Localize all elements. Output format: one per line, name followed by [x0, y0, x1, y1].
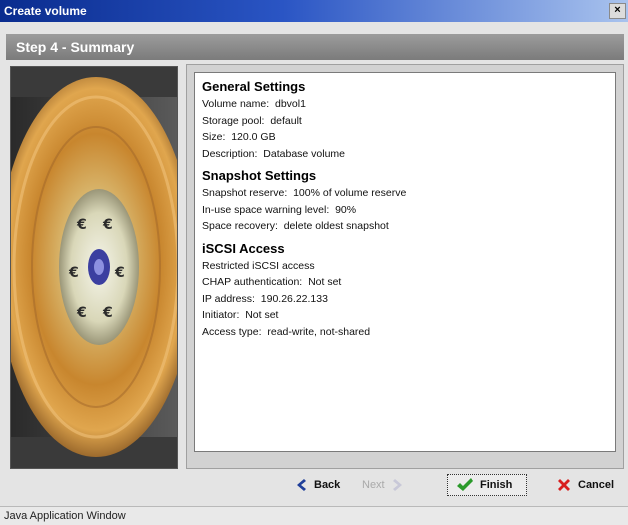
access-type-label: Access type	[202, 326, 267, 338]
initiator-label: Initiator	[202, 309, 245, 321]
summary-panel: General Settings Volume namedbvol1 Stora…	[194, 72, 616, 452]
back-arrow-icon	[297, 479, 306, 491]
status-text: Java Application Window	[4, 510, 126, 522]
ip-address-label: IP address	[202, 293, 261, 305]
snapshot-settings-heading: Snapshot Settings	[202, 168, 317, 183]
next-button-label: Next	[362, 479, 385, 491]
general-settings-heading: General Settings	[202, 79, 306, 94]
svg-text:€: €	[102, 217, 113, 233]
initiator-value: Not set	[245, 309, 279, 321]
checkmark-icon	[457, 478, 473, 491]
svg-text:€: €	[76, 305, 87, 321]
cancel-button-label: Cancel	[578, 479, 615, 491]
svg-text:€: €	[76, 217, 87, 233]
description-row: DescriptionDatabase volume	[202, 146, 615, 163]
space-recovery-value: delete oldest snapshot	[283, 220, 389, 232]
volume-name-value: dbvol1	[274, 98, 306, 110]
space-recovery-row: Space recoverydelete oldest snapshot	[202, 218, 615, 235]
svg-text:€: €	[114, 265, 125, 281]
ip-address-row: IP address190.26.22.133	[202, 291, 615, 308]
snapshot-reserve-label: Snapshot reserve	[202, 187, 293, 199]
svg-text:€: €	[68, 265, 79, 281]
volume-name-row: Volume namedbvol1	[202, 96, 615, 113]
access-type-row: Access typeread-write, not-shared	[202, 324, 615, 341]
warning-level-row: In-use space warning level90%	[202, 202, 615, 219]
status-bar: Java Application Window	[0, 506, 628, 525]
snapshot-reserve-row: Snapshot reserve100% of volume reserve	[202, 185, 615, 202]
description-value: Database volume	[263, 147, 346, 160]
svg-text:€: €	[102, 305, 113, 321]
storage-pool-label: Storage pool	[202, 115, 270, 127]
step-header: Step 4 - Summary	[6, 34, 624, 60]
finish-button[interactable]: Finish	[447, 474, 527, 496]
window-titlebar: Create volume ×	[0, 0, 628, 22]
hard-drive-platter-image: € € € € € €	[10, 66, 178, 469]
back-button-label: Back	[314, 479, 341, 491]
storage-pool-value: default	[270, 114, 302, 127]
size-value: 120.0 GB	[231, 131, 276, 143]
chap-row: CHAP authenticationNot set	[202, 274, 615, 291]
window-title: Create volume	[4, 4, 87, 18]
hard-drive-platter-icon: € € € € € €	[11, 67, 177, 468]
chap-value: Not set	[308, 276, 342, 288]
next-arrow-icon	[392, 479, 402, 491]
finish-button-label: Finish	[480, 479, 513, 491]
volume-name-label: Volume name	[202, 98, 275, 110]
chap-label: CHAP authentication	[202, 276, 308, 288]
iscsi-access-heading: iSCSI Access	[202, 240, 285, 256]
storage-pool-row: Storage pooldefault	[202, 113, 615, 130]
back-button[interactable]: Back	[290, 474, 344, 496]
next-button[interactable]: Next	[358, 474, 409, 496]
warning-level-value: 90%	[335, 203, 357, 216]
snapshot-reserve-value: 100% of volume reserve	[293, 187, 407, 199]
ip-address-value: 190.26.22.133	[260, 292, 328, 305]
access-type-value: read-write, not-shared	[267, 325, 371, 338]
initiator-row: InitiatorNot set	[202, 307, 615, 324]
wizard-button-bar: Back Next Finish Cancel	[0, 468, 628, 506]
size-label: Size	[202, 131, 231, 143]
step-title: Step 4 - Summary	[16, 39, 135, 55]
description-label: Description	[202, 148, 263, 160]
size-row: Size120.0 GB	[202, 129, 615, 146]
close-button[interactable]: ×	[609, 3, 626, 19]
warning-level-label: In-use space warning level	[202, 204, 335, 216]
space-recovery-label: Space recovery	[202, 220, 284, 232]
restricted-access-row: Restricted iSCSI access	[202, 259, 315, 272]
cancel-button[interactable]: Cancel	[552, 474, 618, 496]
cancel-x-icon	[558, 479, 570, 491]
